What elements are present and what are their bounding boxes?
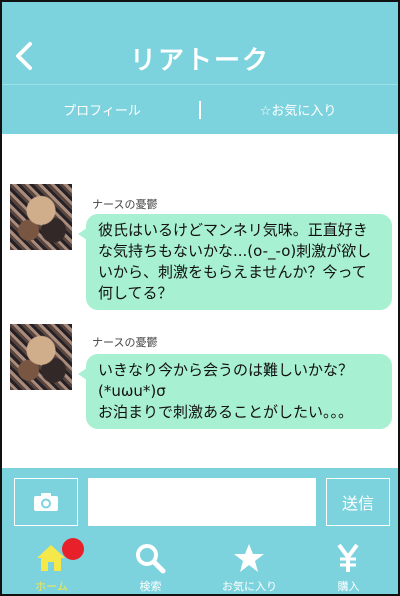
sender-name: ナースの憂鬱: [92, 198, 158, 211]
search-icon: [136, 544, 166, 574]
nav-favorites[interactable]: お気に入り: [200, 534, 299, 594]
notification-badge: [62, 538, 84, 560]
nav-search-label: 検索: [139, 580, 162, 593]
page-title: リアトーク: [129, 46, 270, 76]
message-input[interactable]: [88, 478, 316, 526]
nav-purchase-label: 購入: [337, 580, 360, 593]
sender-avatar[interactable]: [10, 184, 72, 250]
message-input-bar: 送信: [2, 468, 398, 534]
profile-link[interactable]: プロフィール: [12, 100, 192, 119]
sub-navigation: プロフィール ☆お気に入り: [2, 84, 398, 134]
nav-home[interactable]: ホーム: [2, 534, 101, 594]
app-frame: リアトーク プロフィール ☆お気に入り ナースの憂鬱 彼氏はいるけどマンネリ気味…: [0, 0, 400, 596]
yen-icon: [337, 543, 359, 572]
star-icon: [234, 544, 264, 572]
nav-favorites-label: お気に入り: [222, 580, 277, 593]
nav-home-label: ホーム: [35, 580, 68, 593]
bottom-navigation: ホーム 検索 お気に入り 購入: [2, 534, 398, 594]
camera-icon: [34, 493, 58, 511]
sender-avatar[interactable]: [10, 324, 72, 390]
favorite-link[interactable]: ☆お気に入り: [208, 100, 388, 119]
header-bar: リアトーク: [2, 2, 398, 84]
subnav-divider: [199, 101, 201, 119]
send-button[interactable]: 送信: [326, 478, 390, 526]
nav-purchase[interactable]: 購入: [299, 534, 398, 594]
nav-search[interactable]: 検索: [101, 534, 200, 594]
message-bubble: 彼氏はいるけどマンネリ気味。正直好きな気持ちもないかな...(o-_-o)刺激が…: [78, 214, 392, 310]
chat-area: ナースの憂鬱 彼氏はいるけどマンネリ気味。正直好きな気持ちもないかな...(o-…: [2, 134, 398, 468]
sender-name: ナースの憂鬱: [92, 336, 158, 349]
camera-button[interactable]: [14, 478, 78, 526]
message-bubble: いきなり今から会うのは難しいかな？(*uωu*)σ お泊まりで刺激あることがした…: [78, 354, 392, 429]
